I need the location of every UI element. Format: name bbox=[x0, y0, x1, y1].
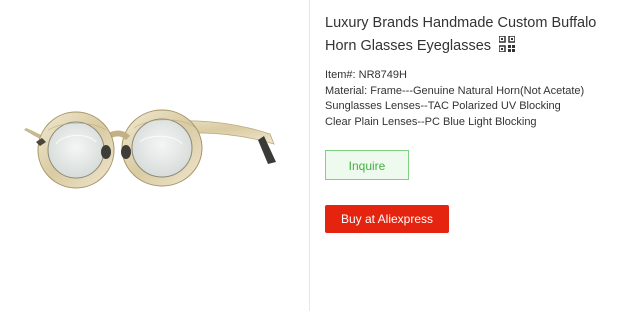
inquire-button[interactable]: Inquire bbox=[325, 150, 409, 180]
product-title-text: Luxury Brands Handmade Custom Buffalo Ho… bbox=[325, 15, 597, 54]
sunglasses-lenses-line: Sunglasses Lenses--TAC Polarized UV Bloc… bbox=[325, 100, 561, 112]
product-info: Luxury Brands Handmade Custom Buffalo Ho… bbox=[325, 12, 630, 233]
product-details: Item#: NR8749H Material: Frame---Genuine… bbox=[325, 68, 630, 130]
buy-at-aliexpress-button[interactable]: Buy at Aliexpress bbox=[325, 205, 449, 233]
material-line: Material: Frame---Genuine Natural Horn(N… bbox=[325, 84, 585, 97]
product-image-pane bbox=[0, 0, 310, 311]
product-image[interactable] bbox=[22, 100, 284, 192]
product-title: Luxury Brands Handmade Custom Buffalo Ho… bbox=[325, 12, 630, 58]
item-number: Item#: NR8749H bbox=[325, 69, 407, 81]
qr-code-icon[interactable] bbox=[499, 36, 516, 52]
clear-lenses-line: Clear Plain Lenses--PC Blue Light Blocki… bbox=[325, 115, 537, 128]
